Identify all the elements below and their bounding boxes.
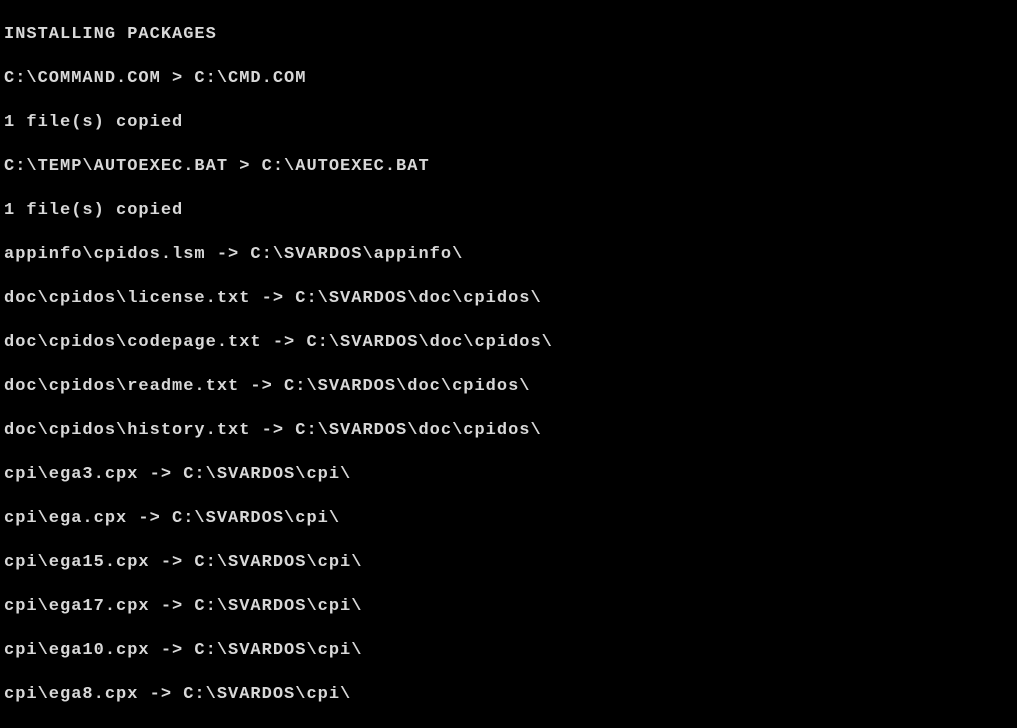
terminal-line: cpi\ega10.cpx -> C:\SVARDOS\cpi\ bbox=[4, 640, 1013, 662]
terminal-line: appinfo\cpidos.lsm -> C:\SVARDOS\appinfo… bbox=[4, 244, 1013, 266]
terminal-line: doc\cpidos\codepage.txt -> C:\SVARDOS\do… bbox=[4, 332, 1013, 354]
terminal-line: cpi\ega8.cpx -> C:\SVARDOS\cpi\ bbox=[4, 684, 1013, 706]
terminal-line: cpi\ega3.cpx -> C:\SVARDOS\cpi\ bbox=[4, 464, 1013, 486]
terminal-output: INSTALLING PACKAGES C:\COMMAND.COM > C:\… bbox=[4, 2, 1013, 728]
terminal-line: INSTALLING PACKAGES bbox=[4, 24, 1013, 46]
terminal-line: cpi\ega15.cpx -> C:\SVARDOS\cpi\ bbox=[4, 552, 1013, 574]
terminal-line: cpi\ega.cpx -> C:\SVARDOS\cpi\ bbox=[4, 508, 1013, 530]
terminal-line: doc\cpidos\readme.txt -> C:\SVARDOS\doc\… bbox=[4, 376, 1013, 398]
terminal-line: cpi\ega17.cpx -> C:\SVARDOS\cpi\ bbox=[4, 596, 1013, 618]
terminal-line: doc\cpidos\history.txt -> C:\SVARDOS\doc… bbox=[4, 420, 1013, 442]
terminal-line: C:\TEMP\AUTOEXEC.BAT > C:\AUTOEXEC.BAT bbox=[4, 156, 1013, 178]
terminal-line: 1 file(s) copied bbox=[4, 200, 1013, 222]
terminal-line: doc\cpidos\license.txt -> C:\SVARDOS\doc… bbox=[4, 288, 1013, 310]
terminal-line: 1 file(s) copied bbox=[4, 112, 1013, 134]
terminal-line: C:\COMMAND.COM > C:\CMD.COM bbox=[4, 68, 1013, 90]
